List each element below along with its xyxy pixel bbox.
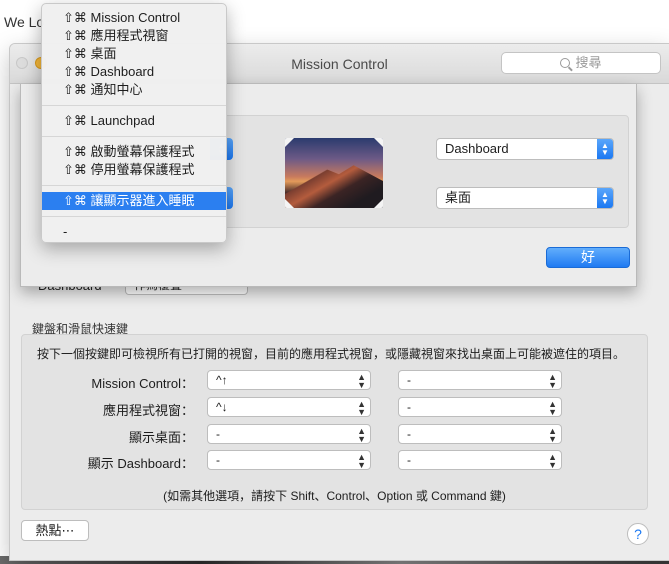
app-windows-key-select[interactable]: ^↓ ▲ ▼ <box>207 397 371 417</box>
updown-icon: ▲ ▼ <box>357 372 366 390</box>
menu-item-desktop[interactable]: ⇧⌘ 桌面 <box>42 45 226 63</box>
menu-item-launchpad[interactable]: ⇧⌘ Launchpad <box>42 112 226 130</box>
select-value: - <box>407 373 411 387</box>
mission-control-key-select[interactable]: ^↑ ▲ ▼ <box>207 370 371 390</box>
select-value: ^↓ <box>216 400 228 414</box>
mission-control-mouse-select[interactable]: - ▲ ▼ <box>398 370 562 390</box>
row-label-show-dashboard: 顯示 Dashboard： <box>87 456 194 471</box>
bottom-right-corner-value: 桌面 <box>445 190 472 205</box>
updown-icon: ▲ ▼ <box>357 452 366 470</box>
menu-item-notification-center[interactable]: ⇧⌘ 通知中心 <box>42 81 226 99</box>
updown-icon: ▲ ▼ <box>548 399 557 417</box>
help-button[interactable]: ? <box>627 523 649 545</box>
menu-separator <box>42 136 226 137</box>
app-windows-mouse-select[interactable]: - ▲ ▼ <box>398 397 562 417</box>
menu-separator <box>42 216 226 217</box>
menu-item-start-screensaver[interactable]: ⇧⌘ 啟動螢幕保護程式 <box>42 143 226 161</box>
bottom-right-corner-popup[interactable]: 桌面 ▲ ▼ <box>436 187 614 209</box>
select-value: - <box>407 400 411 414</box>
corner-marker-tl <box>285 138 294 147</box>
corner-action-menu: ⇧⌘ Mission Control ⇧⌘ 應用程式視窗 ⇧⌘ 桌面 ⇧⌘ Da… <box>41 3 227 243</box>
menu-item-mission-control[interactable]: ⇧⌘ Mission Control <box>42 9 226 27</box>
ok-button[interactable]: 好 <box>546 247 630 268</box>
modifier-note: (如需其他選項，請按下 Shift、Control、Option 或 Comma… <box>163 489 506 503</box>
search-placeholder: 搜尋 <box>575 55 602 70</box>
corner-marker-bl <box>285 199 294 208</box>
keyboard-description: 按下一個按鍵即可檢視所有已打開的視窗，目前的應用程式視窗，或隱藏視窗來找出桌面上… <box>37 347 626 361</box>
select-value: - <box>216 453 220 467</box>
menu-separator <box>42 185 226 186</box>
menu-item-dashboard[interactable]: ⇧⌘ Dashboard <box>42 63 226 81</box>
select-value: - <box>407 453 411 467</box>
updown-icon: ▲ ▼ <box>548 372 557 390</box>
select-value: - <box>216 427 220 441</box>
top-right-corner-value: Dashboard <box>445 141 509 156</box>
top-right-corner-popup[interactable]: Dashboard ▲ ▼ <box>436 138 614 160</box>
corner-marker-br <box>374 199 383 208</box>
menu-item-disable-screensaver[interactable]: ⇧⌘ 停用螢幕保護程式 <box>42 161 226 179</box>
menu-item-app-windows[interactable]: ⇧⌘ 應用程式視窗 <box>42 27 226 45</box>
show-desktop-key-select[interactable]: - ▲ ▼ <box>207 424 371 444</box>
show-desktop-mouse-select[interactable]: - ▲ ▼ <box>398 424 562 444</box>
hot-corners-panel <box>223 115 629 228</box>
popup-arrows-icon: ▲ ▼ <box>597 139 613 159</box>
corner-marker-tr <box>374 138 383 147</box>
popup-arrows-icon: ▲ ▼ <box>597 188 613 208</box>
select-value: - <box>407 427 411 441</box>
select-value: ^↑ <box>216 373 228 387</box>
updown-icon: ▲ ▼ <box>357 426 366 444</box>
background-window-title: We Lo <box>4 14 45 30</box>
mountain-image <box>285 165 383 208</box>
updown-icon: ▲ ▼ <box>357 399 366 417</box>
menu-separator <box>42 105 226 106</box>
desktop-thumbnail <box>285 138 383 208</box>
row-label-show-desktop: 顯示桌面： <box>128 430 194 445</box>
updown-icon: ▲ ▼ <box>548 452 557 470</box>
hot-corners-button[interactable]: 熱點⋯ <box>21 520 89 541</box>
show-dashboard-mouse-select[interactable]: - ▲ ▼ <box>398 450 562 470</box>
show-dashboard-key-select[interactable]: - ▲ ▼ <box>207 450 371 470</box>
search-input[interactable]: 搜尋 <box>501 52 661 74</box>
search-icon <box>560 58 571 68</box>
row-label-mission-control: Mission Control： <box>91 376 194 391</box>
menu-item-none[interactable]: - <box>42 223 226 241</box>
menu-item-display-sleep[interactable]: ⇧⌘ 讓顯示器進入睡眠 <box>42 192 226 210</box>
updown-icon: ▲ ▼ <box>548 426 557 444</box>
row-label-app-windows: 應用程式視窗： <box>102 403 194 418</box>
